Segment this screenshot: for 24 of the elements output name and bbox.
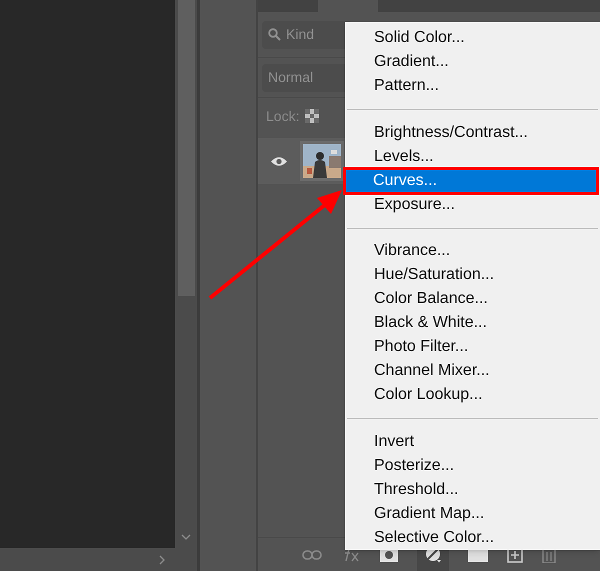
link-icon[interactable] bbox=[302, 550, 322, 560]
menu-item[interactable]: Black & White... bbox=[345, 311, 600, 336]
eye-icon[interactable] bbox=[270, 156, 288, 166]
menu-item[interactable]: Posterize... bbox=[345, 454, 600, 478]
menu-item[interactable]: Color Lookup... bbox=[345, 383, 600, 408]
menu-item[interactable]: Exposure... bbox=[345, 192, 600, 217]
menu-item[interactable]: Selective Color... bbox=[345, 526, 600, 550]
menu-item[interactable]: Brightness/Contrast... bbox=[345, 120, 600, 145]
chevron-down-icon[interactable] bbox=[181, 534, 191, 540]
menu-item[interactable]: Levels... bbox=[345, 144, 600, 169]
menu-item[interactable]: Gradient Map... bbox=[345, 502, 600, 526]
menu-item[interactable]: Photo Filter... bbox=[345, 335, 600, 360]
menu-item[interactable]: Invert bbox=[345, 430, 600, 454]
menu-item[interactable]: Color Balance... bbox=[345, 287, 600, 312]
menu-item[interactable]: Vibrance... bbox=[345, 239, 600, 264]
checkerboard-icon[interactable] bbox=[305, 109, 320, 123]
chevron-right-icon[interactable] bbox=[159, 554, 165, 564]
menu-item[interactable]: Curves... bbox=[345, 168, 597, 193]
search-icon bbox=[268, 28, 281, 41]
filter-placeholder: Kind bbox=[286, 25, 314, 44]
scrollbar[interactable] bbox=[175, 0, 197, 548]
menu-item[interactable]: Threshold... bbox=[345, 478, 600, 502]
menu-item[interactable]: Channel Mixer... bbox=[345, 359, 600, 384]
menu-item[interactable]: Hue/Saturation... bbox=[345, 263, 600, 288]
